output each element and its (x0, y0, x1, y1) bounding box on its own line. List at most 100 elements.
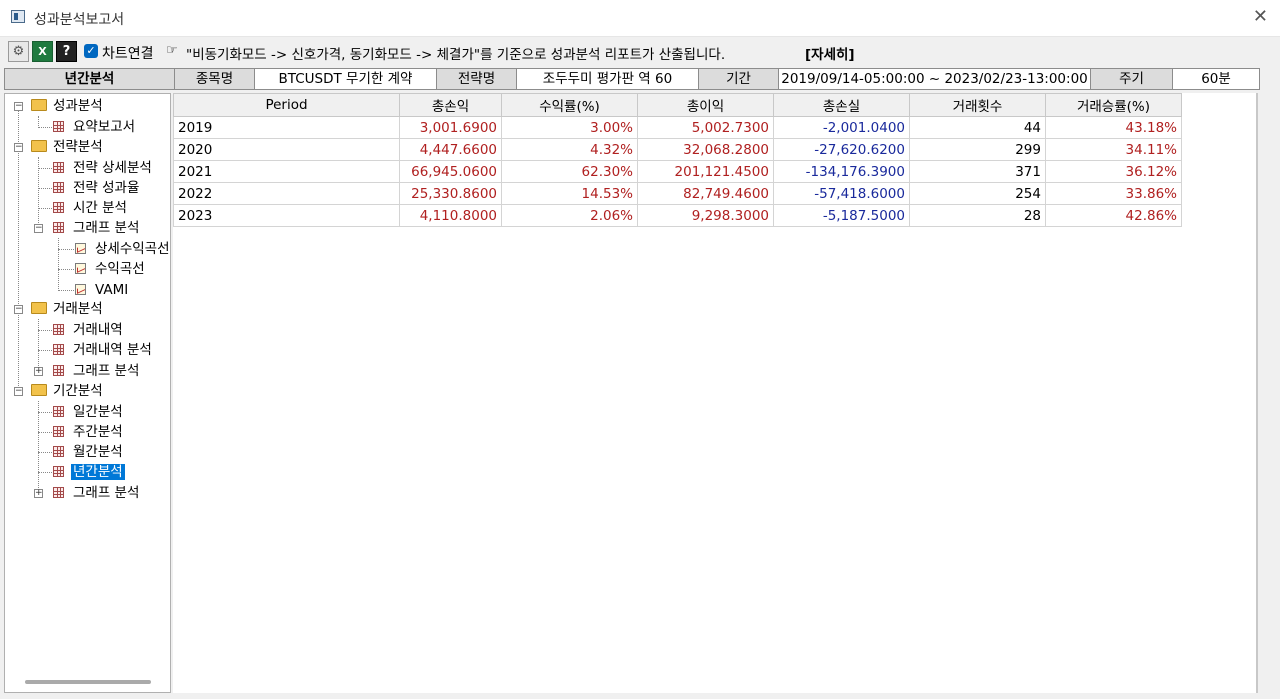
chart-link-checkbox[interactable]: ✓ (84, 44, 98, 58)
cell-gross-profit: 201,121.4500 (637, 160, 774, 183)
cell-gross-profit: 32,068.2800 (637, 138, 774, 161)
col-header-return-rate[interactable]: 수익률(%) (501, 93, 638, 117)
tree-node-profit-curve[interactable]: 수익곡선 (75, 259, 147, 279)
expand-trade-graph-icon[interactable]: + (34, 367, 43, 376)
expand-period-graph-icon[interactable]: + (34, 489, 43, 498)
cell-win-rate: 33.86% (1045, 182, 1182, 205)
line-chart-icon (75, 263, 86, 274)
folder-open-icon (31, 302, 47, 314)
tree-node-monthly[interactable]: 월간분석 (53, 442, 125, 462)
cell-period: 2021 (173, 160, 400, 183)
cell-trade-count: 254 (909, 182, 1046, 205)
cell-period: 2019 (173, 116, 400, 139)
tree-node-strategy-detail[interactable]: 전략 상세분석 (53, 158, 154, 178)
detail-link[interactable]: [자세히] (805, 43, 855, 63)
col-header-net-profit[interactable]: 총손익 (399, 93, 502, 117)
cell-net-profit: 66,945.0600 (399, 160, 502, 183)
tree-node-period-graph[interactable]: 그래프 분석 (53, 483, 141, 503)
cell-win-rate: 43.18% (1045, 116, 1182, 139)
collapse-graph-icon[interactable]: − (34, 224, 43, 233)
cell-period: 2022 (173, 182, 400, 205)
cell-win-rate: 34.11% (1045, 138, 1182, 161)
title-bar: 성과분석보고서 ✕ (0, 0, 1280, 37)
tree-node-summary[interactable]: 요약보고서 (53, 117, 137, 137)
line-chart-icon (75, 243, 86, 254)
tree-node-perf[interactable]: 성과분석 (31, 96, 105, 116)
col-header-trade-count[interactable]: 거래횟수 (909, 93, 1046, 117)
tree-node-yearly[interactable]: 년간분석 (53, 462, 125, 482)
grid-report-icon (53, 202, 64, 213)
collapse-period-icon[interactable]: − (14, 387, 23, 396)
grid-report-icon (53, 121, 64, 132)
tree-node-vami[interactable]: VAMI (75, 280, 130, 300)
cell-gross-loss: -5,187.5000 (773, 204, 910, 227)
tree-node-trade-list-analysis[interactable]: 거래내역 분석 (53, 340, 154, 360)
cell-period: 2023 (173, 204, 400, 227)
cell-period: 2020 (173, 138, 400, 161)
tree-node-time-analysis[interactable]: 시간 분석 (53, 198, 129, 218)
grid-report-icon (53, 344, 64, 355)
info-bar: 년간분석 종목명 BTCUSDT 무기한 계약 전략명 조두두미 평가판 역 6… (4, 68, 1260, 90)
grid-report-icon (53, 324, 64, 335)
help-icon[interactable]: ? (56, 41, 77, 62)
tree-node-trade[interactable]: 거래분석 (31, 299, 105, 319)
tree-node-trade-graph[interactable]: 그래프 분석 (53, 361, 141, 381)
cell-gross-loss: -57,418.6000 (773, 182, 910, 205)
table-row[interactable]: 2019 3,001.6900 3.00% 5,002.7300 -2,001.… (173, 116, 1182, 139)
grid-report-icon (53, 162, 64, 173)
close-icon[interactable]: ✕ (1253, 6, 1268, 27)
tree-node-period[interactable]: 기간분석 (31, 381, 105, 401)
cell-return-rate: 3.00% (501, 116, 638, 139)
tree-node-strategy[interactable]: 전략분석 (31, 137, 105, 157)
table-row[interactable]: 2022 25,330.8600 14.53% 82,749.4600 -57,… (173, 182, 1182, 205)
tree-node-graph-analysis[interactable]: 그래프 분석 (53, 218, 141, 238)
table-header-row: Period 총손익 수익률(%) 총이익 총손실 거래횟수 거래승률(%) (173, 93, 1182, 117)
grid-report-icon (53, 487, 64, 498)
grid-report-icon (53, 182, 64, 193)
col-header-period[interactable]: Period (173, 93, 400, 117)
table-row[interactable]: 2020 4,447.6600 4.32% 32,068.2800 -27,62… (173, 138, 1182, 161)
folder-open-icon (31, 140, 47, 152)
col-header-win-rate[interactable]: 거래승률(%) (1045, 93, 1182, 117)
window-title: 성과분석보고서 (34, 12, 125, 28)
strategy-label: 전략명 (437, 69, 517, 89)
tree-node-trade-list[interactable]: 거래내역 (53, 320, 125, 340)
cell-return-rate: 2.06% (501, 204, 638, 227)
current-view-label: 년간분석 (5, 69, 175, 89)
table-row[interactable]: 2023 4,110.8000 2.06% 9,298.3000 -5,187.… (173, 204, 1182, 227)
calculation-notice: "비동기화모드 -> 신호가격, 동기화모드 -> 체결가"를 기준으로 성과분… (186, 47, 726, 63)
tree-horizontal-scrollbar[interactable] (25, 680, 151, 684)
col-header-gross-loss[interactable]: 총손실 (773, 93, 910, 117)
line-chart-icon (75, 284, 86, 295)
collapse-trade-icon[interactable]: − (14, 305, 23, 314)
tree-node-weekly[interactable]: 주간분석 (53, 422, 125, 442)
cycle-label: 주기 (1091, 69, 1173, 89)
cell-gross-loss: -27,620.6200 (773, 138, 910, 161)
yearly-table: Period 총손익 수익률(%) 총이익 총손실 거래횟수 거래승률(%) 2… (173, 93, 1182, 227)
cell-win-rate: 42.86% (1045, 204, 1182, 227)
table-row[interactable]: 2021 66,945.0600 62.30% 201,121.4500 -13… (173, 160, 1182, 183)
cell-trade-count: 28 (909, 204, 1046, 227)
settings-gear-icon[interactable]: ⚙ (8, 41, 29, 62)
grid-report-icon (53, 466, 64, 477)
app-icon (11, 10, 25, 23)
cell-gross-profit: 5,002.7300 (637, 116, 774, 139)
folder-open-icon (31, 99, 47, 111)
tree-node-detail-curve[interactable]: 상세수익곡선 (75, 239, 170, 259)
symbol-label: 종목명 (175, 69, 255, 89)
collapse-perf-icon[interactable]: − (14, 102, 23, 111)
folder-open-icon (31, 384, 47, 396)
excel-export-icon[interactable]: X (32, 41, 53, 62)
strategy-value: 조두두미 평가판 역 60 (517, 69, 699, 89)
tree-node-strategy-perf[interactable]: 전략 성과율 (53, 178, 141, 198)
cell-return-rate: 14.53% (501, 182, 638, 205)
cell-gross-loss: -134,176.3900 (773, 160, 910, 183)
col-header-gross-profit[interactable]: 총이익 (637, 93, 774, 117)
period-label: 기간 (699, 69, 779, 89)
chart-link-label: 차트연결 (102, 46, 154, 62)
collapse-strategy-icon[interactable]: − (14, 143, 23, 152)
grid-report-icon (53, 222, 64, 233)
tree-node-daily[interactable]: 일간분석 (53, 402, 125, 422)
toolbar: ⚙ X ? ✓ 차트연결 ☞ "비동기화모드 -> 신호가격, 동기화모드 ->… (0, 38, 1280, 66)
cell-net-profit: 3,001.6900 (399, 116, 502, 139)
